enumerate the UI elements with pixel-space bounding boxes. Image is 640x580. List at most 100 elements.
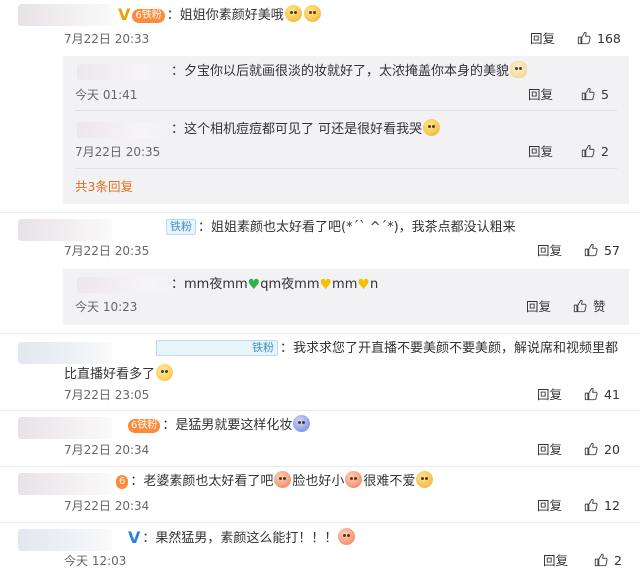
avatar[interactable] [77,277,177,293]
like-count: 2 [601,144,609,159]
like-count: 5 [601,87,609,102]
divider [75,168,617,169]
subreply-text-b: qm夜mm [260,277,320,292]
view-more-replies-link[interactable]: 共3条回复 [75,178,133,196]
subreply-panel: ：夕宝你以后就画很淡的妆就好了，太浓掩盖你本身的美貌 今天 01:41 回复 5… [63,56,629,204]
comment-text: 果然猛男，素颜这么能打！！！ [155,531,338,546]
subreply-text: 夕宝你以后就画很淡的妆就好了，太浓掩盖你本身的美貌 [184,64,510,79]
comment-3: 铁粉 ：我求求您了开直播不要美颜不要美颜，解说席和视频里都比直播好看多了 7月22… [0,334,640,414]
comment-2: 铁粉 ：姐姐素颜也太好看了吧(*ˊˋ ^ˊ*)，我茶点都没认粗来 7月22日 20… [0,213,640,335]
thumbs-up-icon [594,553,608,567]
thumbs-up-icon [584,387,598,401]
like-button[interactable]: 57 [584,242,620,260]
avatar[interactable] [18,529,112,551]
avatar[interactable] [77,64,167,80]
comment-body: 6铁粉 ：是猛男就要这样化妆 [128,414,311,438]
comment-6: V ：果然猛男，素颜这么能打！！！ 今天 12:03 回复 2 [0,523,640,580]
subreply-text-a: mm夜mm [184,277,248,292]
comment-4: 6铁粉 ：是猛男就要这样化妆 7月22日 20:34 回复 20 [0,411,640,469]
like-button[interactable]: 赞 [573,298,606,316]
yellow-heart-icon: ♥ [357,277,370,293]
comment-time: 7月22日 20:34 [64,443,150,457]
comment-body: 6 ：老婆素颜也太好看了吧 脸也好小 很难不爱 [116,470,434,494]
reply-button[interactable]: 回复 [537,497,562,515]
like-button[interactable]: 12 [584,497,620,515]
comment-text-a: 老婆素颜也太好看了吧 [143,474,274,489]
comment-text: 我求求您了开直播不要美颜不要美颜，解说席和视频里都比直播好看多了 [64,341,619,382]
laughing-face-icon [156,364,174,381]
like-count: 12 [604,498,620,513]
avatar[interactable] [77,122,167,138]
comment-text: 姐姐素颜也太好看了吧(*ˊˋ ^ˊ*)，我茶点都没认粗来 [211,220,516,235]
verified-badge-icon: V [118,5,131,24]
like-count: 2 [614,553,622,568]
comment-text: 是猛男就要这样化妆 [175,418,293,433]
comment-body: 铁粉 ：我求求您了开直播不要美颜不要美颜，解说席和视频里都比直播好看多了 [64,340,619,382]
divider [75,110,617,111]
comment-time: 7月22日 20:35 [64,244,150,258]
fan-badge: 铁粉 [156,340,278,356]
fan-badge: 铁粉 [166,219,196,235]
thumbs-up-icon [584,442,598,456]
comment-time: 7月22日 20:34 [64,499,150,513]
subreply-text: 这个相机痘痘都可见了 可还是很好看我哭 [184,122,423,137]
avatar[interactable] [18,4,112,26]
subreply-time: 今天 10:23 [75,300,138,314]
thumbs-up-icon [581,144,595,158]
fan-badge-label: 铁粉 [137,420,158,431]
thumbs-up-icon [573,299,587,313]
comment-body: 铁粉 ：姐姐素颜也太好看了吧(*ˊˋ ^ˊ*)，我茶点都没认粗来 [118,216,516,240]
subreply-text-d: n [369,277,379,292]
subreply-panel: ：mm夜mm♥qm夜mm♥mm♥n 今天 10:23 回复 赞 [63,269,629,325]
thumbs-up-icon [577,31,591,45]
like-button[interactable]: 2 [581,143,609,161]
crying-face-icon [345,471,363,488]
like-button[interactable]: 20 [584,441,620,459]
yellow-heart-icon: ♥ [319,277,333,293]
reply-button[interactable]: 回复 [528,143,553,161]
like-count: 41 [604,387,620,402]
heart-eyes-face-icon [416,471,434,488]
fan-level-badge: 6铁粉 [128,419,161,433]
reply-button[interactable]: 回复 [537,441,562,459]
like-count: 20 [604,442,620,457]
like-button[interactable]: 2 [594,552,622,570]
comment-time: 今天 12:03 [64,554,127,568]
subreply-time: 今天 01:41 [75,88,138,102]
kissing-face-icon [338,528,356,545]
verified-badge-icon: V [128,528,141,547]
subreply-text-c: mm [332,277,358,292]
comment-body: V ：果然猛男，素颜这么能打！！！ [128,526,356,550]
crying-face-icon [303,5,321,22]
comment-1: V 6铁粉 ：姐姐你素颜好美哦 7月22日 20:33 回复 168 ：夕宝你以后就… [0,0,640,214]
comment-5: 6 ：老婆素颜也太好看了吧 脸也好小 很难不爱 7月22日 20:34 回复 12 [0,467,640,525]
fan-level-badge: 6铁粉 [132,9,165,23]
like-button[interactable]: 41 [584,386,620,404]
fan-level: 6 [119,476,126,487]
avatar[interactable] [18,417,112,439]
thumbs-up-icon [584,498,598,512]
reply-button[interactable]: 回复 [537,242,562,260]
like-button[interactable]: 168 [577,30,621,48]
licking-face-icon [293,415,311,432]
comment-text: 姐姐你素颜好美哦 [179,8,284,23]
subreply-body: ：mm夜mm♥qm夜mm♥mm♥n [171,273,378,297]
comment-text-b: 脸也好小 [292,474,345,489]
thumbs-up-icon [584,243,598,257]
like-count: 168 [597,31,621,46]
avatar[interactable] [18,473,112,495]
avatar[interactable] [18,219,112,241]
reply-button[interactable]: 回复 [528,86,553,104]
subreply-body: ：夕宝你以后就画很淡的妆就好了，太浓掩盖你本身的美貌 [171,60,528,84]
reply-button[interactable]: 回复 [526,298,551,316]
reply-button[interactable]: 回复 [530,30,555,48]
reply-button[interactable]: 回复 [537,386,562,404]
crying-face-icon [284,5,302,22]
like-count: 57 [604,243,620,258]
subreply-body: ：这个相机痘痘都可见了 可还是很好看我哭 [171,118,441,142]
green-heart-icon: ♥ [247,277,261,293]
like-button[interactable]: 5 [581,86,609,104]
comment-body: V 6铁粉 ：姐姐你素颜好美哦 [118,3,322,27]
reply-button[interactable]: 回复 [543,552,568,570]
fan-badge-label: 铁粉 [141,10,162,21]
